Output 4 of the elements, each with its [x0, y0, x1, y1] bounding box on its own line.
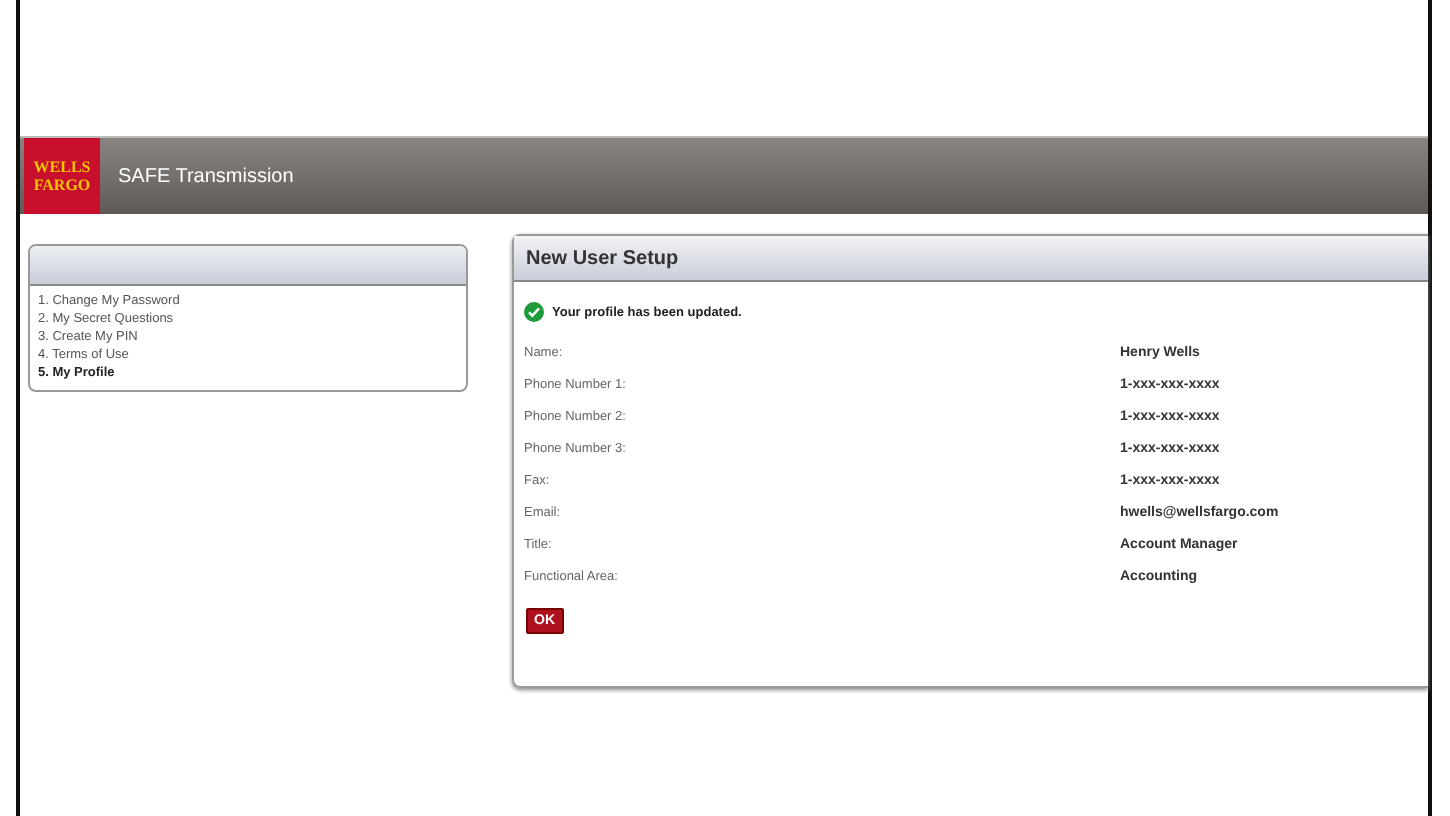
logo: WELLS FARGO — [24, 138, 100, 214]
success-icon — [524, 302, 544, 322]
app-title: SAFE Transmission — [118, 165, 294, 187]
panel-title: New User Setup — [526, 247, 679, 269]
